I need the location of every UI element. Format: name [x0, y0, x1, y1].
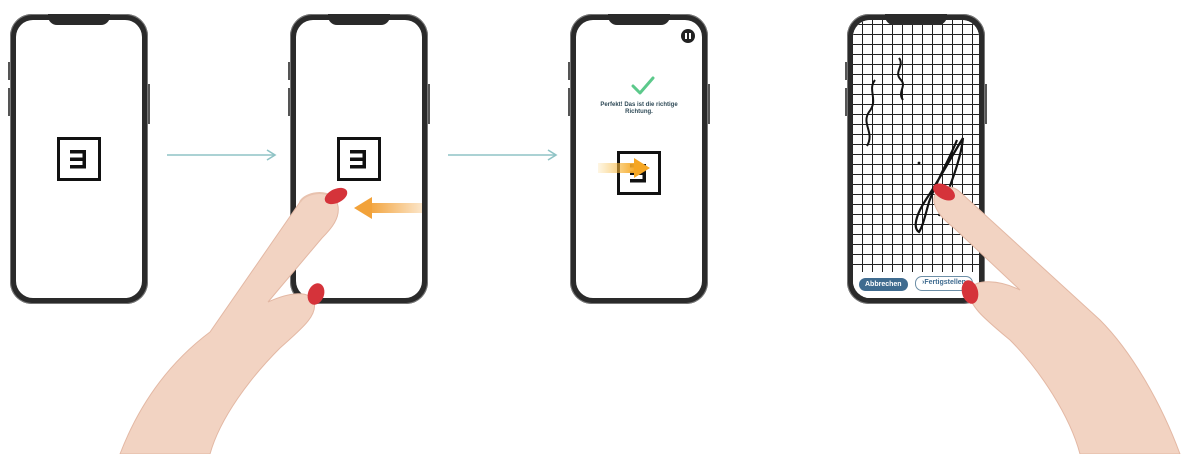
e-glyph-icon — [337, 137, 381, 181]
phone-notch — [48, 14, 110, 25]
hand-swipe-left — [119, 187, 348, 454]
connector-arrow-1 — [167, 149, 277, 161]
e-glyph-icon — [57, 137, 101, 181]
cancel-button[interactable]: Abbrechen — [859, 278, 908, 291]
feedback-message: Perfekt! Das ist die richtige Richtung. — [600, 102, 678, 115]
phone-screen: Perfekt! Das ist die richtige Richtung. — [576, 20, 702, 298]
swipe-left-arrow-icon — [354, 197, 422, 219]
connector-arrow-2 — [448, 149, 558, 161]
checkmark-icon — [631, 76, 655, 95]
arrow-right-icon — [598, 158, 650, 178]
phone-notch — [608, 14, 670, 25]
hand-drawing — [933, 183, 1181, 454]
phone-step-3: Perfekt! Das ist die richtige Richtung. — [568, 14, 710, 304]
pause-icon[interactable] — [681, 29, 695, 43]
phone-notch — [328, 14, 390, 25]
phone-notch — [885, 14, 947, 25]
